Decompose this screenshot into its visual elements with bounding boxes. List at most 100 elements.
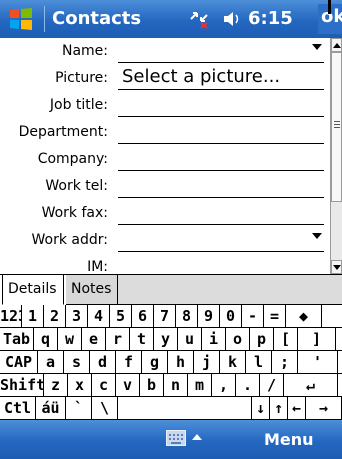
keyboard-key[interactable]: 5 — [110, 305, 132, 327]
scroll-up-button[interactable] — [331, 38, 342, 52]
keyboard-key[interactable]: Shift — [0, 374, 44, 396]
keyboard-key[interactable]: 1 — [22, 305, 44, 327]
field-underline — [118, 224, 324, 225]
form-row: Name: — [0, 38, 330, 65]
keyboard-key[interactable]: t — [130, 328, 154, 350]
input-panel-arrow-icon[interactable] — [192, 434, 202, 440]
form-row: Picture: Select a picture... — [0, 65, 330, 92]
keyboard-key[interactable]: 7 — [154, 305, 176, 327]
keyboard-row: Shift z x c v b n m,. / ↵ — [0, 374, 342, 397]
keyboard-key[interactable]: \ — [92, 397, 118, 419]
keyboard-key[interactable]: k — [220, 351, 246, 373]
tab-bar-fill — [118, 275, 342, 305]
thumb-grip-line — [334, 127, 340, 128]
keyboard-row: Ctl áü ` \ ↓ ↑ ← → — [0, 397, 342, 420]
field-label: Job title: — [49, 97, 108, 113]
contact-form: Name: Picture: Select a picture... Job titl… — [0, 38, 330, 274]
keyboard-key[interactable]: - — [242, 305, 264, 327]
keyboard-icon[interactable] — [166, 430, 186, 446]
windows-start-icon[interactable] — [8, 6, 34, 32]
vertical-scrollbar[interactable] — [330, 38, 342, 274]
keyboard-key[interactable]: o — [226, 328, 250, 350]
keyboard-key[interactable]: q — [34, 328, 58, 350]
field-underline — [118, 251, 324, 252]
keyboard-key[interactable]: l — [246, 351, 272, 373]
keyboard-key[interactable]: n — [164, 374, 188, 396]
field-label: Work fax: — [41, 205, 108, 221]
connectivity-icon[interactable] — [188, 9, 210, 29]
keyboard-key[interactable]: Tab — [0, 328, 34, 350]
field-input[interactable]: Select a picture... — [122, 66, 280, 87]
scroll-down-button[interactable] — [331, 260, 342, 274]
keyboard-key[interactable]: g — [142, 351, 168, 373]
menu-button[interactable]: Menu — [264, 430, 314, 449]
tab-details[interactable]: Details — [2, 275, 64, 305]
keyboard-key[interactable]: ; — [272, 351, 298, 373]
keyboard-key[interactable]: 8 — [176, 305, 198, 327]
scroll-thumb[interactable] — [331, 52, 342, 202]
keyboard-key[interactable]: e — [82, 328, 106, 350]
keyboard-key[interactable]: / — [260, 374, 284, 396]
keyboard-key[interactable]: p — [250, 328, 274, 350]
cursor-marker — [328, 0, 331, 14]
keyboard-key[interactable]: Ctl — [0, 397, 36, 419]
keyboard-key[interactable]: áü — [36, 397, 66, 419]
keyboard-key[interactable]: d — [90, 351, 116, 373]
keyboard-key[interactable]: w — [58, 328, 82, 350]
keyboard-key[interactable]: m — [188, 374, 212, 396]
keyboard-key[interactable]: = — [264, 305, 286, 327]
keyboard-key[interactable]: ↑ — [270, 397, 288, 419]
form-row: IM: — [0, 254, 330, 274]
keyboard-key[interactable]: f — [116, 351, 142, 373]
dropdown-arrow-icon[interactable] — [312, 44, 322, 50]
keyboard-key[interactable]: a — [38, 351, 64, 373]
keyboard-key[interactable]: c — [92, 374, 116, 396]
keyboard-key[interactable]: s — [64, 351, 90, 373]
keyboard-key[interactable]: h — [168, 351, 194, 373]
keyboard-key[interactable]: ← — [288, 397, 306, 419]
keyboard-key[interactable]: i — [202, 328, 226, 350]
space-key[interactable] — [118, 397, 252, 419]
keyboard-key[interactable]: 0 — [220, 305, 242, 327]
field-underline — [118, 170, 324, 171]
keyboard-key[interactable]: ↵ — [284, 374, 338, 396]
keyboard-key[interactable]: ↓ — [252, 397, 270, 419]
keyboard-key[interactable]: 123 — [0, 305, 22, 327]
keyboard-key[interactable]: ◆ — [286, 305, 322, 327]
field-underline — [118, 143, 324, 144]
app-title: Contacts — [52, 8, 142, 29]
keyboard-row: Tab q w e r t y u i o p[] — [0, 328, 342, 351]
keyboard-key[interactable]: CAP — [0, 351, 38, 373]
keyboard-key[interactable]: b — [140, 374, 164, 396]
tab-bar: Details Notes — [0, 274, 342, 305]
keyboard-key[interactable]: r — [106, 328, 130, 350]
keyboard-key[interactable]: j — [194, 351, 220, 373]
form-row: Work fax: — [0, 200, 330, 227]
keyboard-key[interactable]: → — [306, 397, 342, 419]
keyboard-key[interactable]: 2 — [44, 305, 66, 327]
keyboard-key[interactable]: y — [154, 328, 178, 350]
keyboard-key[interactable]: [ — [274, 328, 298, 350]
keyboard-key[interactable]: 6 — [132, 305, 154, 327]
dropdown-arrow-icon[interactable] — [312, 233, 322, 239]
field-underline — [118, 62, 324, 63]
keyboard-key[interactable]: x — [68, 374, 92, 396]
volume-icon[interactable] — [222, 10, 242, 28]
form-row: Job title: — [0, 92, 330, 119]
keyboard-key[interactable]: ' — [298, 351, 338, 373]
keyboard-key[interactable]: 3 — [66, 305, 88, 327]
keyboard-key[interactable]: z — [44, 374, 68, 396]
keyboard-key[interactable]: ` — [66, 397, 92, 419]
keyboard-key[interactable]: . — [236, 374, 260, 396]
keyboard-key[interactable]: ] — [298, 328, 336, 350]
tab-notes[interactable]: Notes — [66, 275, 118, 305]
keyboard-key[interactable]: 9 — [198, 305, 220, 327]
keyboard-key[interactable]: v — [116, 374, 140, 396]
keyboard-key[interactable]: , — [212, 374, 236, 396]
keyboard-key[interactable]: 4 — [88, 305, 110, 327]
keyboard-key[interactable]: u — [178, 328, 202, 350]
soft-keyboard: 1231234567890-=◆Tabqwertyuiop[]CAPasdfgh… — [0, 305, 342, 420]
clock-time[interactable]: 6:15 — [248, 8, 293, 29]
field-label: Work tel: — [45, 178, 108, 194]
field-label: IM: — [87, 259, 108, 274]
